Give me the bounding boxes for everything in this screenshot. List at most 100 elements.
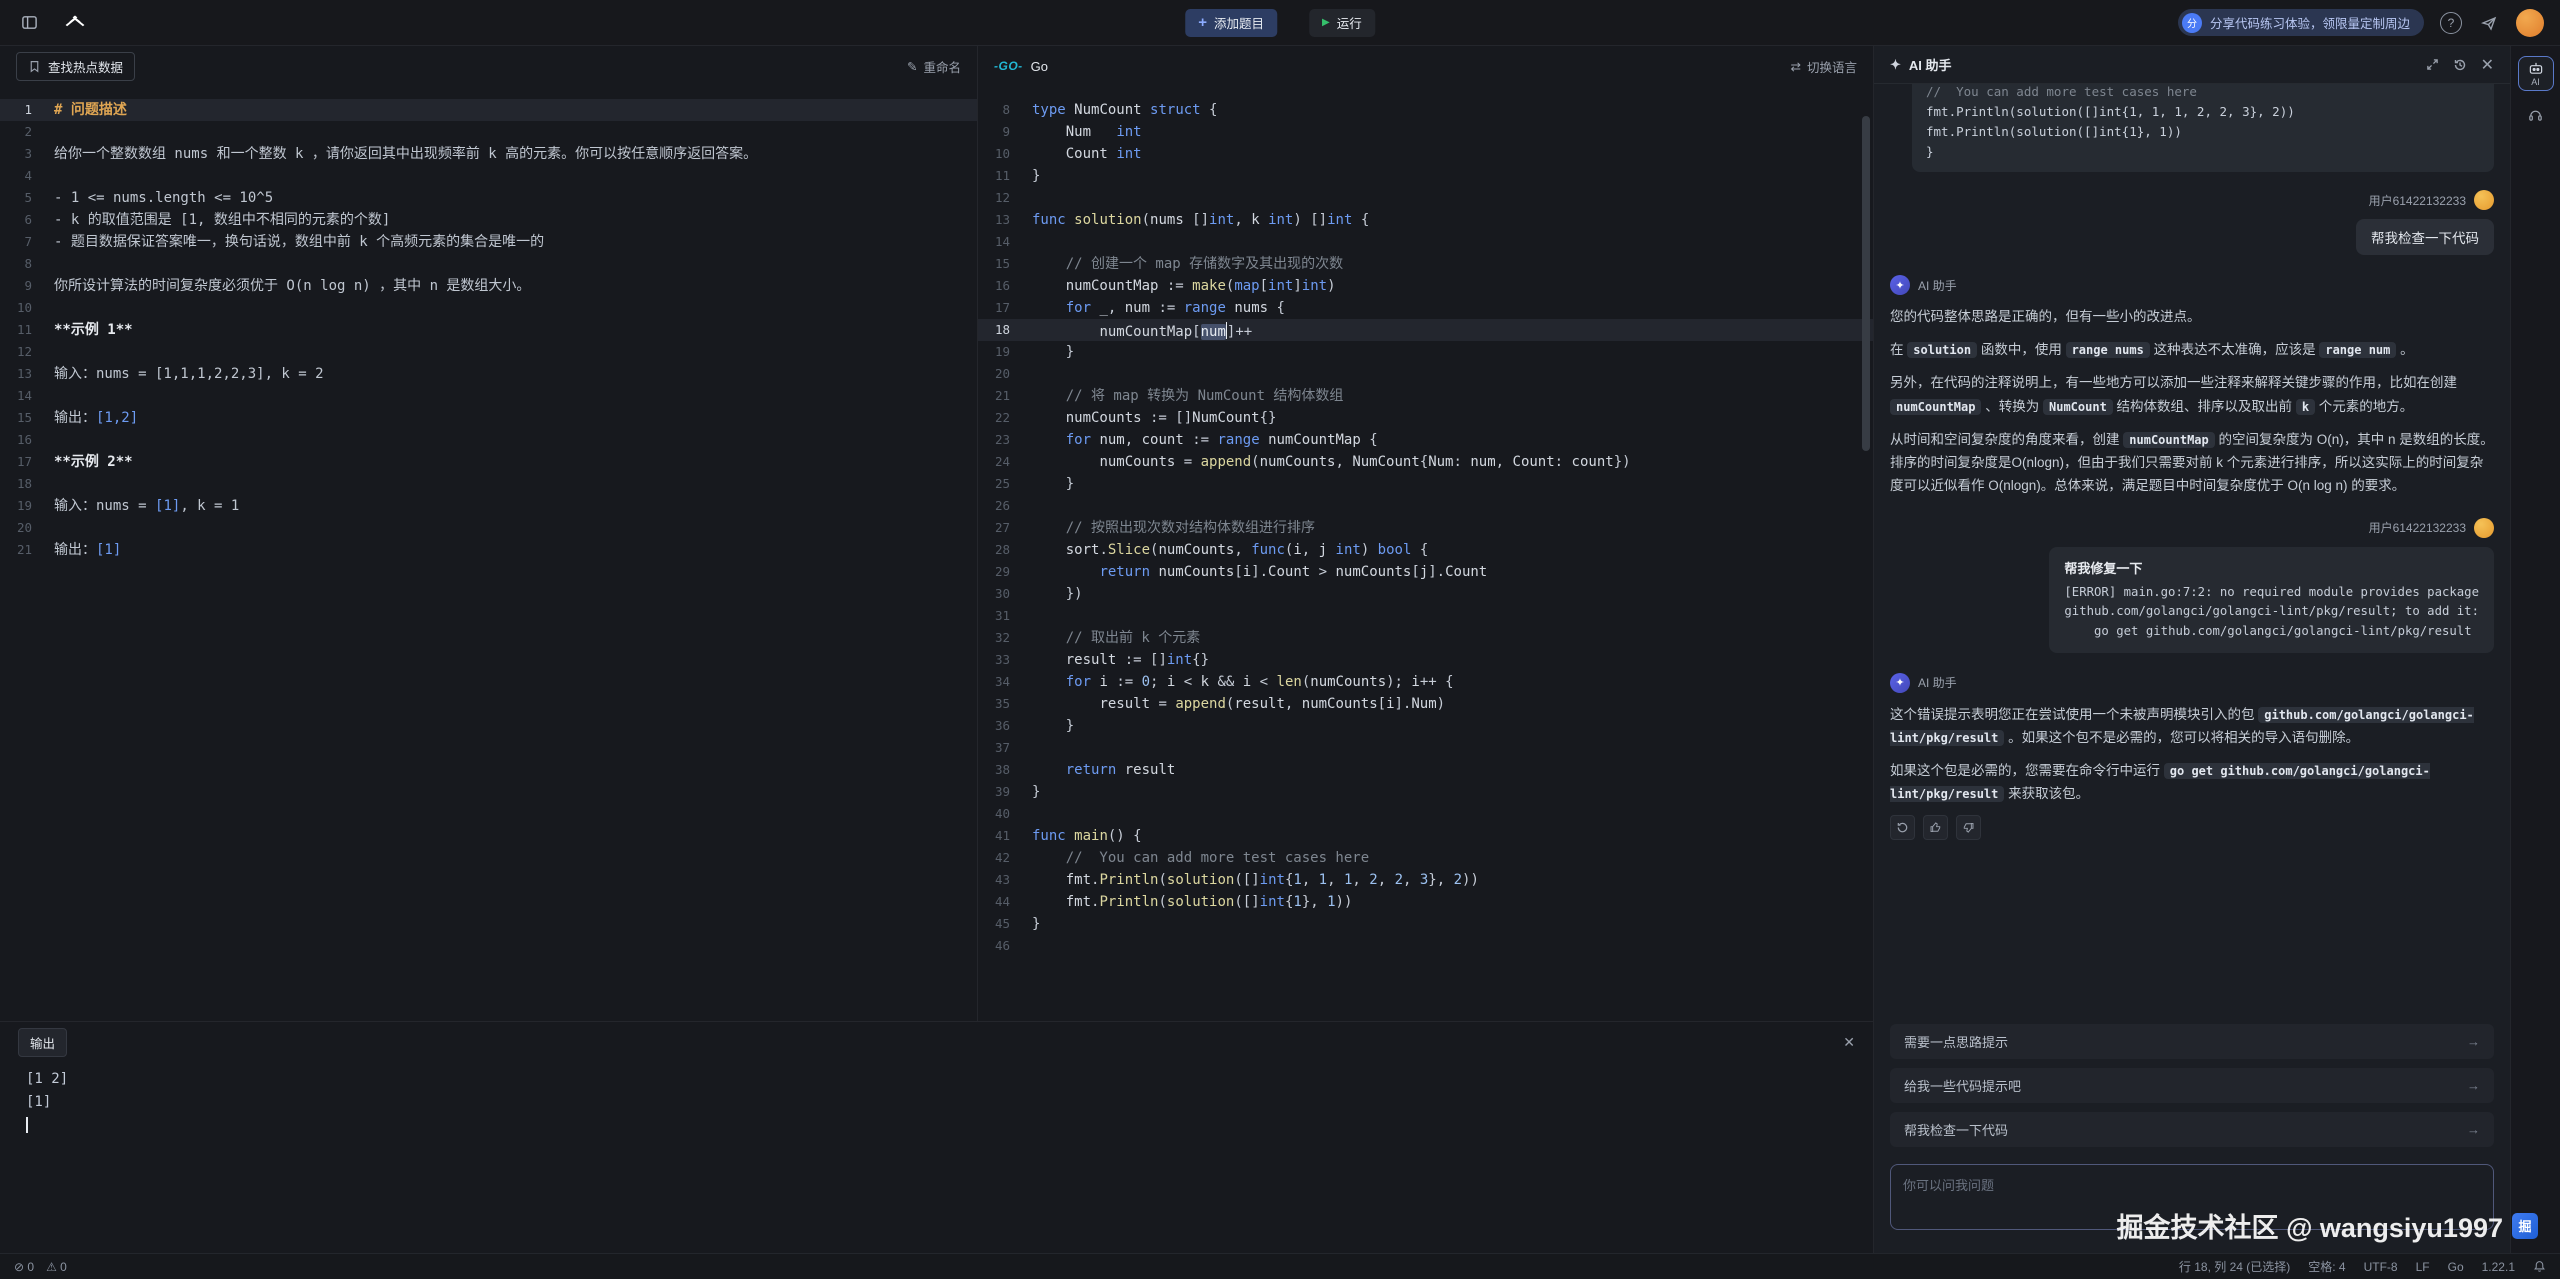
status-item[interactable]: LF (2416, 1260, 2430, 1274)
promo-banner[interactable]: 分 分享代码练习体验，领限量定制周边 (2178, 9, 2424, 36)
thumbs-down-button[interactable] (1956, 815, 1981, 840)
status-item[interactable]: Go (2448, 1260, 2464, 1274)
editor-line-17[interactable]: 17 for _, num := range nums { (978, 297, 1873, 319)
editor-line-9[interactable]: 9 Num int (978, 121, 1873, 143)
editor-line-8[interactable]: 8 (0, 253, 977, 275)
editor-line-15[interactable]: 15输出：[1,2] (0, 407, 977, 429)
status-item[interactable]: 1.22.1 (2482, 1260, 2515, 1274)
editor-line-21[interactable]: 21输出：[1] (0, 539, 977, 561)
editor-line-27[interactable]: 27 // 按照出现次数对结构体数组进行排序 (978, 517, 1873, 539)
editor-line-19[interactable]: 19 } (978, 341, 1873, 363)
editor-line-12[interactable]: 12 (0, 341, 977, 363)
editor-line-7[interactable]: 7- 题目数据保证答案唯一，换句话说，数组中前 k 个高频元素的集合是唯一的 (0, 231, 977, 253)
status-item[interactable]: 行 18, 列 24 (已选择) (2179, 1258, 2290, 1275)
thumbs-up-button[interactable] (1923, 815, 1948, 840)
editor-line-23[interactable]: 23 for num, count := range numCountMap { (978, 429, 1873, 451)
editor-line-14[interactable]: 14 (978, 231, 1873, 253)
editor-line-33[interactable]: 33 result := []int{} (978, 649, 1873, 671)
editor-line-20[interactable]: 20 (978, 363, 1873, 385)
editor-line-16[interactable]: 16 numCountMap := make(map[int]int) (978, 275, 1873, 297)
editor-line-26[interactable]: 26 (978, 495, 1873, 517)
editor-line-44[interactable]: 44 fmt.Println(solution([]int{1}, 1)) (978, 891, 1873, 913)
editor-line-13[interactable]: 13输入：nums = [1,1,1,2,2,3], k = 2 (0, 363, 977, 385)
expand-icon[interactable] (2426, 58, 2439, 71)
editor-line-22[interactable]: 22 numCounts := []NumCount{} (978, 407, 1873, 429)
editor-line-45[interactable]: 45} (978, 913, 1873, 935)
output-tab[interactable]: 输出 (18, 1028, 67, 1057)
editor-line-43[interactable]: 43 fmt.Println(solution([]int{1, 1, 1, 2… (978, 869, 1873, 891)
editor-line-37[interactable]: 37 (978, 737, 1873, 759)
juejin-logo-icon[interactable] (62, 10, 88, 36)
editor-line-11[interactable]: 11**示例 1** (0, 319, 977, 341)
editor-scrollbar[interactable] (1862, 116, 1870, 451)
editor-line-42[interactable]: 42 // You can add more test cases here (978, 847, 1873, 869)
regenerate-button[interactable] (1890, 815, 1915, 840)
rename-button[interactable]: ✎ 重命名 (907, 57, 961, 76)
switch-language-button[interactable]: ⇄ 切换语言 (1791, 57, 1858, 76)
editor-line-41[interactable]: 41func main() { (978, 825, 1873, 847)
status-item[interactable]: UTF-8 (2364, 1260, 2398, 1274)
suggestion-button[interactable]: 帮我检查一下代码→ (1890, 1112, 2494, 1147)
editor-line-40[interactable]: 40 (978, 803, 1873, 825)
run-button[interactable]: ▶ 运行 (1309, 9, 1375, 37)
editor-line-18[interactable]: 18 (0, 473, 977, 495)
chat-history[interactable]: // You can add more test cases herefmt.P… (1874, 84, 2510, 1024)
editor-line-8[interactable]: 8type NumCount struct { (978, 99, 1873, 121)
editor-line-21[interactable]: 21 // 将 map 转换为 NumCount 结构体数组 (978, 385, 1873, 407)
status-item[interactable]: 空格: 4 (2308, 1258, 2345, 1275)
suggestion-button[interactable]: 给我一些代码提示吧→ (1890, 1068, 2494, 1103)
feedback-icon[interactable] (2478, 12, 2500, 34)
code-editor[interactable]: 8type NumCount struct {9 Num int10 Count… (978, 86, 1873, 1021)
warnings-indicator[interactable]: ⚠ 0 (46, 1260, 67, 1274)
ai-assistant-button[interactable]: AI (2518, 56, 2554, 91)
panel-toggle-icon[interactable] (16, 10, 42, 36)
notification-icon[interactable] (2533, 1260, 2546, 1273)
editor-line-2[interactable]: 2 (0, 121, 977, 143)
editor-line-14[interactable]: 14 (0, 385, 977, 407)
suggestion-button[interactable]: 需要一点思路提示→ (1890, 1024, 2494, 1059)
ai-input[interactable] (1890, 1164, 2494, 1230)
add-problem-button[interactable]: + 添加题目 (1185, 9, 1277, 37)
problem-title-button[interactable]: 查找热点数据 (16, 52, 135, 81)
editor-line-10[interactable]: 10 Count int (978, 143, 1873, 165)
editor-line-4[interactable]: 4 (0, 165, 977, 187)
editor-line-18[interactable]: 18 numCountMap[num]++ (978, 319, 1873, 341)
editor-line-20[interactable]: 20 (0, 517, 977, 539)
problem-editor[interactable]: 1# 问题描述23给你一个整数数组 nums 和一个整数 k ，请你返回其中出现… (0, 86, 977, 1021)
close-icon[interactable]: ✕ (2481, 55, 2494, 75)
editor-line-34[interactable]: 34 for i := 0; i < k && i < len(numCount… (978, 671, 1873, 693)
editor-line-13[interactable]: 13func solution(nums []int, k int) []int… (978, 209, 1873, 231)
editor-line-10[interactable]: 10 (0, 297, 977, 319)
editor-line-28[interactable]: 28 sort.Slice(numCounts, func(i, j int) … (978, 539, 1873, 561)
editor-line-6[interactable]: 6- k 的取值范围是 [1, 数组中不相同的元素的个数] (0, 209, 977, 231)
editor-line-19[interactable]: 19输入：nums = [1], k = 1 (0, 495, 977, 517)
editor-line-15[interactable]: 15 // 创建一个 map 存储数字及其出现的次数 (978, 253, 1873, 275)
editor-line-3[interactable]: 3给你一个整数数组 nums 和一个整数 k ，请你返回其中出现频率前 k 高的… (0, 143, 977, 165)
editor-line-1[interactable]: 1# 问题描述 (0, 99, 977, 121)
output-close-icon[interactable]: ✕ (1843, 1034, 1855, 1051)
editor-line-36[interactable]: 36 } (978, 715, 1873, 737)
editor-line-17[interactable]: 17**示例 2** (0, 451, 977, 473)
help-icon[interactable]: ? (2440, 12, 2462, 34)
user-avatar[interactable] (2516, 9, 2544, 37)
editor-line-16[interactable]: 16 (0, 429, 977, 451)
editor-line-30[interactable]: 30 }) (978, 583, 1873, 605)
editor-line-38[interactable]: 38 return result (978, 759, 1873, 781)
editor-line-11[interactable]: 11} (978, 165, 1873, 187)
editor-line-31[interactable]: 31 (978, 605, 1873, 627)
editor-line-32[interactable]: 32 // 取出前 k 个元素 (978, 627, 1873, 649)
support-icon[interactable] (2527, 107, 2544, 123)
editor-line-24[interactable]: 24 numCounts = append(numCounts, NumCoun… (978, 451, 1873, 473)
editor-line-35[interactable]: 35 result = append(result, numCounts[i].… (978, 693, 1873, 715)
editor-line-46[interactable]: 46 (978, 935, 1873, 957)
output-console[interactable]: [1 2][1] (0, 1062, 1873, 1139)
line-number: 41 (978, 825, 1032, 847)
editor-line-39[interactable]: 39} (978, 781, 1873, 803)
editor-line-29[interactable]: 29 return numCounts[i].Count > numCounts… (978, 561, 1873, 583)
errors-indicator[interactable]: ⊘ 0 (14, 1260, 34, 1274)
editor-line-25[interactable]: 25 } (978, 473, 1873, 495)
editor-line-5[interactable]: 5- 1 <= nums.length <= 10^5 (0, 187, 977, 209)
editor-line-9[interactable]: 9你所设计算法的时间复杂度必须优于 O(n log n) ，其中 n 是数组大小… (0, 275, 977, 297)
editor-line-12[interactable]: 12 (978, 187, 1873, 209)
history-icon[interactable] (2453, 58, 2467, 72)
